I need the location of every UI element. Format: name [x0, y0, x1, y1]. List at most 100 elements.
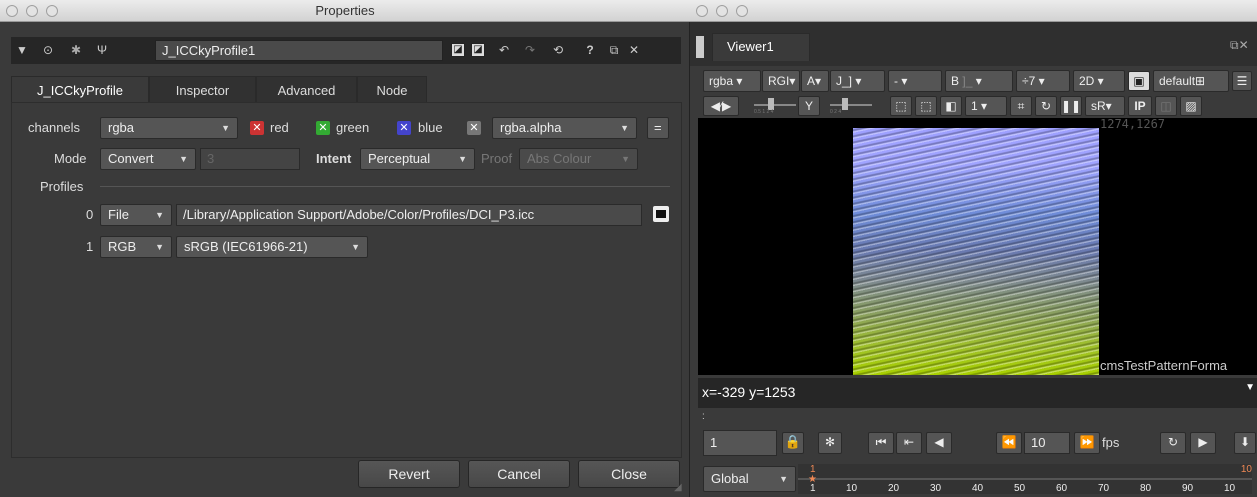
viewer-rgb-dropdown[interactable]: RGI▾ — [762, 70, 800, 92]
camera-icon[interactable]: ▣ — [1128, 71, 1150, 91]
red-checkbox[interactable]: ✕ — [250, 121, 264, 135]
tab-viewer1[interactable]: Viewer1 — [712, 33, 810, 61]
tick-label: 20 — [888, 483, 900, 494]
clone-icon[interactable]: ◧ — [940, 96, 962, 116]
profile-type-dropdown-1[interactable]: RGB ▼ — [100, 236, 172, 258]
alpha-channel-dropdown[interactable]: rgba.alpha ▼ — [492, 117, 637, 139]
resize-grip-icon[interactable]: ◢ — [674, 482, 682, 493]
frame-field[interactable]: 1 — [703, 430, 777, 456]
channels-link-button[interactable]: = — [647, 117, 669, 139]
tick-label: 70 — [1098, 483, 1110, 494]
tab-j-icckyprofile[interactable]: J_ICCkyProfile — [11, 76, 149, 104]
panel-handle[interactable] — [696, 36, 704, 58]
timeline[interactable]: 1 ★ 10 1 10 20 30 40 50 60 70 80 90 10 — [798, 464, 1252, 494]
float-panel-icon[interactable]: ⧉ — [605, 41, 623, 59]
cancel-button[interactable]: Cancel — [468, 460, 570, 488]
viewer-b-dropdown[interactable]: B ]_ ▾ — [945, 70, 1013, 92]
zoom-window-button[interactable] — [736, 5, 748, 17]
gain-slider[interactable]: 0.5 1 2 4 — [754, 96, 796, 116]
profile-type-dropdown-0[interactable]: File ▼ — [100, 204, 172, 226]
intent-dropdown[interactable]: Perceptual ▼ — [360, 148, 475, 170]
timeline-scope-dropdown[interactable]: Global ▼ — [703, 466, 796, 492]
viewer-b-value: B — [951, 74, 960, 88]
proxy-value: 1 — [971, 99, 978, 113]
color-swatch-2[interactable]: ◪ — [471, 43, 485, 57]
mode-dropdown[interactable]: Convert ▼ — [100, 148, 196, 170]
revert-icon[interactable]: ⟲ — [549, 41, 567, 59]
collapse-arrow-icon[interactable]: ▼ — [13, 41, 31, 59]
chevron-down-icon: ▼ — [351, 242, 360, 252]
viewer-2d-dropdown[interactable]: 2D ▾ — [1073, 70, 1125, 92]
roi-icon[interactable]: ⬚ — [890, 96, 912, 116]
step-back-icon[interactable]: ⏪ — [996, 432, 1022, 454]
playback-direction-icon[interactable]: ◀⁄▶ — [703, 96, 739, 116]
zoom-fit-icon[interactable]: ⌗ — [1010, 96, 1032, 116]
pause-icon[interactable]: ❚❚ — [1060, 96, 1082, 116]
profile-file-path-field[interactable]: /Library/Application Support/Adobe/Color… — [176, 204, 642, 226]
close-panel-icon[interactable]: ✕ — [625, 41, 643, 59]
help-icon[interactable]: ? — [581, 41, 599, 59]
tab-inspector[interactable]: Inspector — [149, 76, 256, 103]
green-checkbox[interactable]: ✕ — [316, 121, 330, 135]
viewer-viewport[interactable]: 1274,1267 cmsTestPatternForma — [698, 118, 1257, 375]
menu-icon[interactable]: ☰ — [1232, 71, 1252, 91]
profile-rgb-dropdown[interactable]: sRGB (IEC61966-21) ▼ — [176, 236, 368, 258]
revert-button[interactable]: Revert — [358, 460, 460, 488]
wipe-icon[interactable]: ◫ — [1155, 96, 1177, 116]
proxy-dropdown[interactable]: 1 ▾ — [965, 96, 1007, 116]
tab-node[interactable]: Node — [357, 76, 427, 103]
mode-number-field[interactable]: 3 — [200, 148, 300, 170]
blue-checkbox[interactable]: ✕ — [397, 121, 411, 135]
proof-dropdown[interactable]: Abs Colour ▼ — [519, 148, 638, 170]
chevron-down-icon: ▼ — [179, 154, 188, 164]
center-node-icon[interactable]: ⊙ — [39, 41, 57, 59]
close-button[interactable]: Close — [578, 460, 680, 488]
float-close-icon[interactable]: ⧉✕ — [1230, 38, 1249, 53]
prev-keyframe-icon[interactable]: ⇤ — [896, 432, 922, 454]
gamma-y-button[interactable]: Y — [798, 96, 820, 116]
channels-dropdown[interactable]: rgba ▼ — [100, 117, 238, 139]
color-swatch-1[interactable]: ◪ — [451, 43, 465, 57]
stripes-icon[interactable]: ▨ — [1180, 96, 1202, 116]
undo-icon[interactable]: ↶ — [495, 41, 513, 59]
properties-window: Properties ▼ ⊙ ✱ Ψ J_ICCkyProfile1 ◪ ◪ ↶… — [0, 0, 690, 497]
viewer-lut-dropdown[interactable]: default⊞ — [1153, 70, 1229, 92]
viewer-process-dropdown[interactable]: sR▾ — [1085, 96, 1125, 116]
bug-icon[interactable]: ✱ — [67, 41, 85, 59]
prev-frame-icon[interactable]: ◀ — [926, 432, 952, 454]
overscan-icon[interactable]: ⬚ — [915, 96, 937, 116]
step-forward-icon[interactable]: ⏩ — [1074, 432, 1100, 454]
lock-icon[interactable]: 🔒 — [782, 432, 804, 454]
node-name-field[interactable]: J_ICCkyProfile1 — [155, 40, 443, 61]
tab-advanced[interactable]: Advanced — [256, 76, 357, 103]
viewer-downscale-dropdown[interactable]: ÷7 ▾ — [1016, 70, 1070, 92]
chevron-down-icon: ▼ — [155, 210, 164, 220]
step-field[interactable]: 10 — [1024, 432, 1070, 454]
tick-label: 60 — [1056, 483, 1068, 494]
alpha-checkbox[interactable]: ✕ — [467, 121, 481, 135]
tick-label: 80 — [1140, 483, 1152, 494]
snowflake-icon[interactable]: ✻ — [818, 432, 842, 454]
loop-icon[interactable]: ↻ — [1160, 432, 1186, 454]
fork-icon[interactable]: Ψ — [93, 41, 111, 59]
first-frame-icon[interactable]: ⏮ — [868, 432, 894, 454]
play-icon[interactable]: ▶ — [1190, 432, 1216, 454]
viewer-a-dropdown[interactable]: A▾ — [801, 70, 829, 92]
folder-icon[interactable] — [653, 206, 669, 222]
flipbook-icon[interactable]: ⬇ — [1234, 432, 1256, 454]
refresh-icon[interactable]: ↻ — [1035, 96, 1057, 116]
splitter-handle[interactable]: : — [702, 411, 705, 422]
redo-icon[interactable]: ↷ — [521, 41, 539, 59]
viewer-a-input-dropdown[interactable]: J_] ▾ — [830, 70, 885, 92]
input-process-button[interactable]: IP — [1128, 96, 1152, 116]
minimize-window-button[interactable] — [716, 5, 728, 17]
viewer-channels-dropdown[interactable]: rgba ▾ — [703, 70, 761, 92]
tick-label: 1 — [810, 483, 816, 494]
gamma-slider[interactable]: 0 2 4 — [830, 96, 872, 116]
close-window-button[interactable] — [696, 5, 708, 17]
proof-label: Proof — [481, 151, 513, 166]
profiles-label: Profiles — [40, 179, 84, 194]
node-toolbar: ▼ ⊙ ✱ Ψ J_ICCkyProfile1 ◪ ◪ ↶ ↷ ⟲ ? ⧉ ✕ — [11, 37, 681, 64]
caret-down-icon[interactable]: ▼ — [1245, 382, 1255, 393]
viewer-compare-dropdown[interactable]: - ▾ — [888, 70, 942, 92]
